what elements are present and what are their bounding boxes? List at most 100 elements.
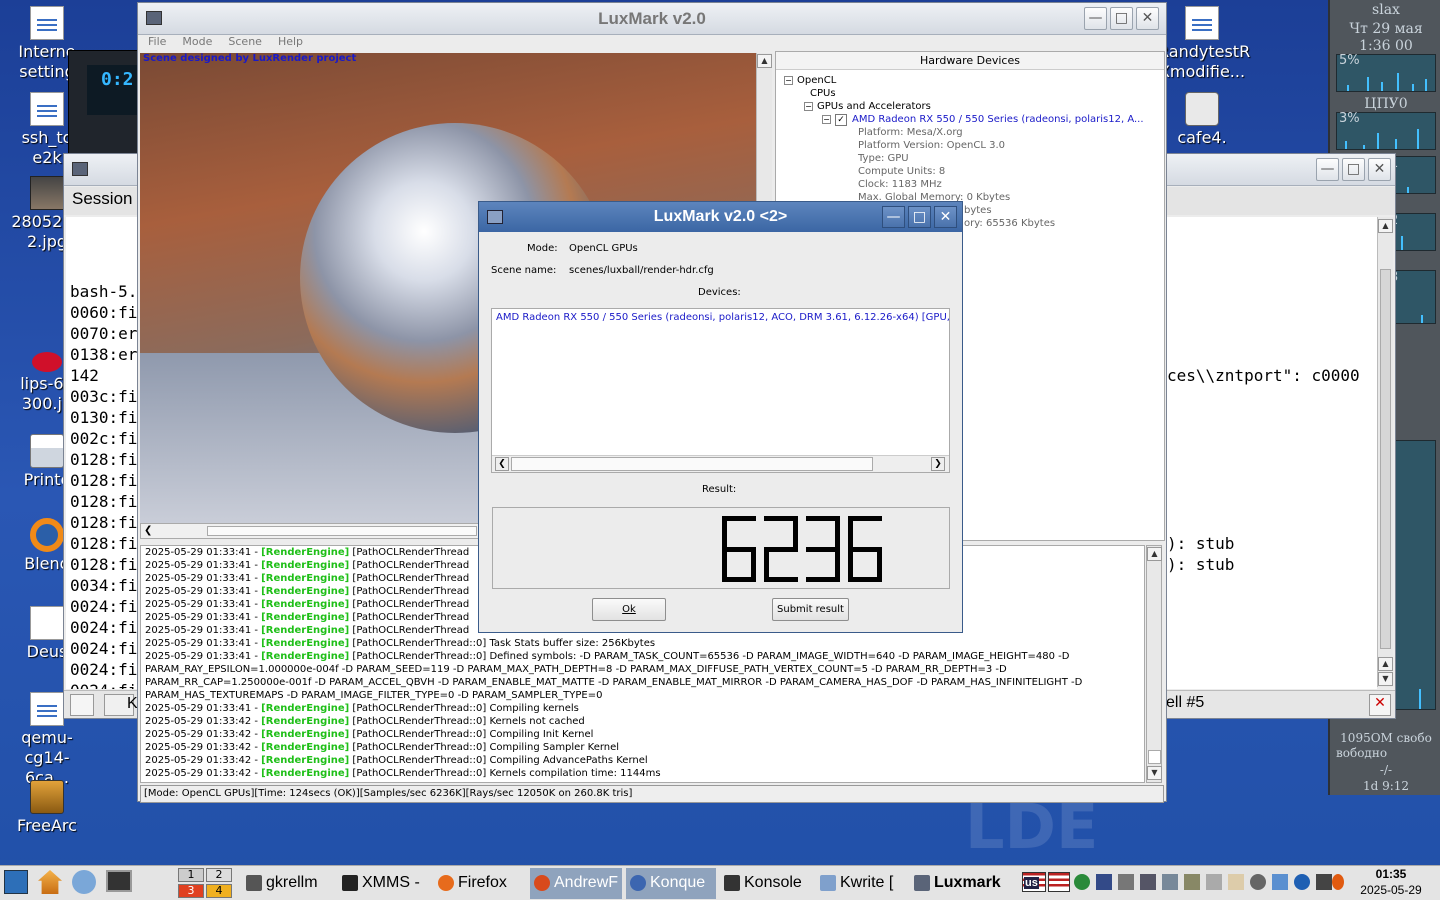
tree-gpus[interactable]: − GPUs and Accelerators	[784, 100, 1144, 113]
tray-display-icon[interactable]	[1316, 874, 1332, 890]
task-luxmark[interactable]: Luxmark	[910, 868, 1002, 899]
scroll-thumb[interactable]	[1380, 269, 1391, 649]
close-button[interactable]: ✕	[1368, 158, 1391, 181]
archive-icon	[30, 780, 64, 814]
tree-gpu-device[interactable]: − ✓ AMD Radeon RX 550 / 550 Series (radeon…	[784, 113, 1144, 126]
submit-result-button[interactable]: Submit result	[772, 598, 849, 621]
konsole-scrollbar[interactable]: ▲ ▲ ▼	[1377, 217, 1393, 687]
menu-help[interactable]: Help	[278, 35, 303, 48]
tray-agent-icon[interactable]	[1250, 874, 1266, 890]
task-andrewf[interactable]: AndrewF	[530, 868, 622, 899]
desktop-icon-randytest[interactable]: RandytestR Xmodifie...	[1158, 6, 1250, 82]
tray-hp-icon[interactable]	[1294, 874, 1310, 890]
tray-memory-icon[interactable]	[1140, 874, 1156, 890]
scroll-left-icon[interactable]: ❮	[495, 457, 509, 471]
home-icon[interactable]	[38, 870, 62, 894]
minimize-button[interactable]: —	[1316, 158, 1339, 181]
clock-time[interactable]: 01:35	[1356, 867, 1426, 882]
tray-mail-icon[interactable]	[1096, 874, 1112, 890]
tray-disk-icon[interactable]	[1118, 874, 1134, 890]
task-firefox[interactable]: Firefox	[434, 868, 526, 899]
result-dialog[interactable]: LuxMark v2.0 <2> — □ ✕ Mode: OpenCL GPUs…	[478, 201, 963, 633]
network-icon[interactable]	[72, 870, 96, 894]
mode-label: Mode:	[527, 243, 558, 254]
dialog-titlebar[interactable]: LuxMark v2.0 <2> — □ ✕	[479, 202, 962, 232]
render-hscrollbar[interactable]: ❮	[140, 523, 480, 539]
gkrellm-icon	[246, 875, 262, 891]
maximize-button[interactable]: □	[908, 206, 931, 228]
maximize-button[interactable]: □	[1110, 7, 1133, 30]
pager-desk-1[interactable]: 1	[178, 868, 204, 882]
lcd-segment	[848, 516, 882, 521]
scroll-thumb[interactable]	[1148, 750, 1161, 764]
lcd-segment	[751, 549, 756, 582]
konsole-session-tab[interactable]: Session	[72, 189, 132, 209]
maximize-button[interactable]: □	[1342, 158, 1365, 181]
tray-speaker-icon[interactable]	[1162, 874, 1178, 890]
xmms-icon	[342, 875, 358, 891]
task-konqueror[interactable]: Konque	[626, 868, 716, 899]
devices-hscrollbar[interactable]: ❮ ❯	[492, 455, 949, 472]
close-tab-icon[interactable]: ✕	[1369, 694, 1391, 716]
pager-desk-3[interactable]: 3	[178, 884, 204, 898]
scroll-up-icon[interactable]: ▲	[1147, 547, 1162, 561]
scroll-down-icon[interactable]: ▼	[1378, 672, 1393, 686]
xmms-window[interactable]: 0:2	[68, 50, 148, 160]
lcd-segment	[835, 516, 840, 549]
ok-button[interactable]: Ok	[592, 598, 666, 621]
minimize-button[interactable]: —	[1084, 7, 1107, 30]
devices-list[interactable]: AMD Radeon RX 550 / 550 Series (radeonsi…	[491, 308, 950, 473]
scroll-down-icon[interactable]: ▼	[1147, 766, 1162, 780]
checkbox-checked-icon: ✓	[835, 114, 847, 126]
terminal-icon[interactable]	[106, 870, 132, 892]
menu-scene[interactable]: Scene	[228, 35, 262, 48]
luxmark-icon	[914, 875, 930, 891]
new-tab-icon[interactable]	[70, 694, 94, 716]
keyboard-flag-icon[interactable]: us	[1022, 872, 1046, 892]
pager-desk-2[interactable]: 2	[206, 868, 232, 882]
scroll-up-icon[interactable]: ▲	[1378, 219, 1393, 233]
tray-print-icon[interactable]	[1206, 874, 1222, 890]
tray-power-icon[interactable]	[1332, 874, 1344, 890]
scroll-thumb[interactable]	[207, 526, 477, 536]
tray-clipboard-icon[interactable]	[1228, 874, 1244, 890]
tree-cpus[interactable]: CPUs	[784, 87, 1144, 100]
scroll-left-icon[interactable]: ❮	[144, 525, 152, 536]
task-konsole[interactable]: Konsole	[720, 868, 812, 899]
luxmark-titlebar[interactable]: LuxMark v2.0 — □ ✕	[138, 3, 1166, 35]
menu-file[interactable]: File	[148, 35, 166, 48]
log-line: 2025-05-29 01:33:42 - [RenderEngine] [Pa…	[145, 755, 648, 766]
desktop-pager[interactable]: 1 2 3 4	[178, 868, 234, 899]
scroll-right-icon[interactable]: ❯	[931, 457, 945, 471]
device-entry[interactable]: AMD Radeon RX 550 / 550 Series (radeonsi…	[496, 312, 949, 323]
close-button[interactable]: ✕	[934, 206, 957, 228]
desktop-icon-freearc[interactable]: FreeArc	[5, 780, 89, 836]
desktop-icon-cafe[interactable]: cafe4.	[1158, 92, 1246, 148]
tray-calendar-icon[interactable]	[1272, 874, 1288, 890]
start-menu-icon[interactable]	[4, 870, 28, 894]
minimize-button[interactable]: —	[882, 206, 905, 228]
luxmark-menubar: File Mode Scene Help	[148, 34, 319, 50]
scene-label: Scene name:	[491, 265, 557, 276]
tray-tool-icon[interactable]	[1184, 874, 1200, 890]
task-xmms[interactable]: XMMS -	[338, 868, 430, 899]
clock-date[interactable]: 2025-05-29	[1352, 883, 1430, 898]
pager-desk-4[interactable]: 4	[206, 884, 232, 898]
menu-mode[interactable]: Mode	[182, 35, 212, 48]
lcd-segment	[806, 577, 840, 582]
scroll-up-icon[interactable]: ▲	[1378, 657, 1393, 671]
log-scrollbar[interactable]: ▲ ▼	[1146, 545, 1162, 783]
konsole-tab-shell5[interactable]: ell #5	[1166, 694, 1286, 716]
scroll-up-icon[interactable]: ▲	[757, 54, 772, 68]
tree-opencl[interactable]: − OpenCL	[784, 74, 1144, 87]
task-gkrellm[interactable]: gkrellm	[242, 868, 334, 899]
tray-info-icon[interactable]	[1074, 874, 1090, 890]
printer-icon	[30, 434, 64, 468]
close-button[interactable]: ✕	[1136, 7, 1159, 30]
scroll-thumb[interactable]	[511, 457, 873, 471]
us-flag-icon[interactable]	[1048, 872, 1070, 892]
task-kwrite[interactable]: Kwrite [	[816, 868, 908, 899]
lips-icon	[32, 352, 62, 372]
scene-credit: Scene designed by LuxRender project	[143, 53, 357, 64]
konsole-tab-k[interactable]: K	[104, 694, 138, 716]
